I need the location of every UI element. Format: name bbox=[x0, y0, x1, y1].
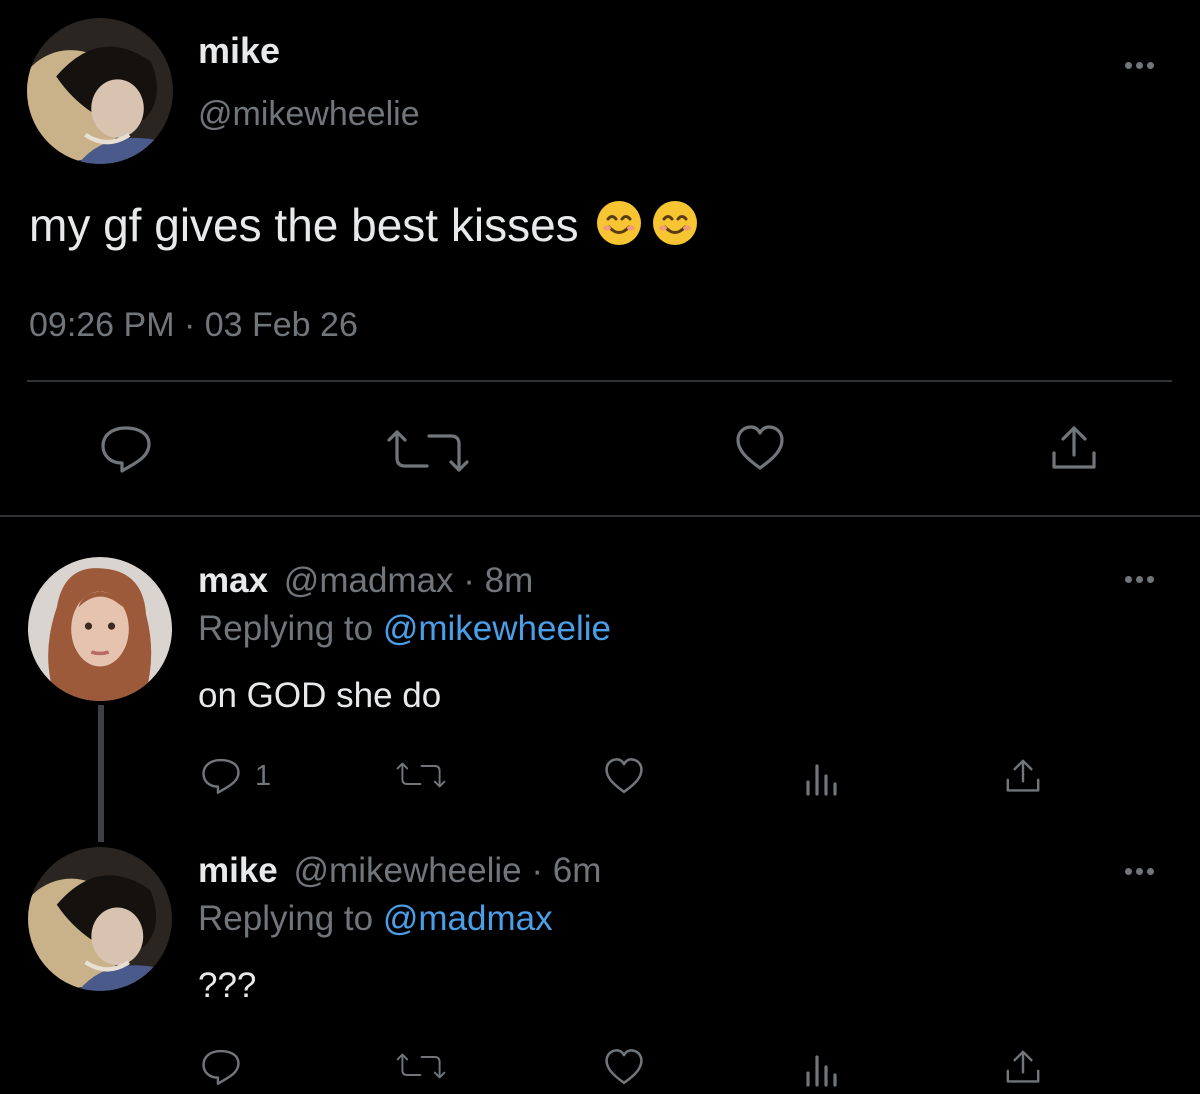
retweet-icon[interactable] bbox=[394, 1050, 448, 1082]
divider bbox=[0, 515, 1200, 517]
tweet-text: my gf gives the best kisses bbox=[29, 198, 699, 252]
reply-icon[interactable] bbox=[200, 757, 242, 795]
share-icon[interactable] bbox=[1004, 757, 1042, 795]
more-options-icon[interactable] bbox=[1119, 58, 1159, 72]
display-name[interactable]: mike bbox=[198, 851, 278, 890]
relative-time[interactable]: · 8m bbox=[463, 561, 533, 600]
reply-text: on GOD she do bbox=[198, 676, 442, 715]
display-name[interactable]: max bbox=[198, 561, 268, 600]
thread-line bbox=[98, 705, 104, 842]
reply-header: max @madmax · 8m bbox=[198, 561, 533, 601]
like-icon[interactable] bbox=[603, 1048, 645, 1086]
replying-to-handle[interactable]: @mikewheelie bbox=[383, 609, 611, 648]
replying-to: Replying to @madmax bbox=[198, 899, 553, 939]
share-icon[interactable] bbox=[1004, 1048, 1042, 1086]
retweet-icon[interactable] bbox=[394, 759, 448, 791]
divider bbox=[27, 380, 1172, 382]
reply-icon[interactable] bbox=[99, 424, 153, 474]
tweet-text-body: my gf gives the best kisses bbox=[29, 199, 579, 251]
handle[interactable]: @mikewheelie bbox=[198, 95, 420, 134]
replying-to-label: Replying to bbox=[198, 609, 374, 648]
avatar-mike[interactable] bbox=[27, 18, 173, 164]
more-options-icon[interactable] bbox=[1119, 864, 1159, 878]
reply-icon[interactable] bbox=[200, 1048, 242, 1086]
handle[interactable]: @madmax bbox=[284, 561, 454, 600]
replying-to: Replying to @mikewheelie bbox=[198, 609, 611, 649]
avatar-max[interactable] bbox=[28, 557, 172, 701]
retweet-icon[interactable] bbox=[383, 428, 473, 474]
relative-time[interactable]: · 6m bbox=[531, 851, 601, 890]
smiling-face-icon bbox=[651, 199, 699, 247]
reply-text: ??? bbox=[198, 966, 257, 1005]
reply-count: 1 bbox=[255, 760, 272, 792]
reply-header: mike @mikewheelie · 6m bbox=[198, 851, 601, 891]
timestamp[interactable]: 09:26 PM · 03 Feb 26 bbox=[29, 306, 358, 345]
handle[interactable]: @mikewheelie bbox=[294, 851, 522, 890]
display-name[interactable]: mike bbox=[198, 30, 280, 72]
share-icon[interactable] bbox=[1049, 423, 1099, 473]
replying-to-handle[interactable]: @madmax bbox=[383, 899, 553, 938]
analytics-icon[interactable] bbox=[804, 762, 840, 796]
replying-to-label: Replying to bbox=[198, 899, 374, 938]
smiling-face-icon bbox=[595, 199, 643, 247]
like-icon[interactable] bbox=[734, 424, 786, 472]
avatar-mike[interactable] bbox=[28, 847, 172, 991]
like-icon[interactable] bbox=[603, 757, 645, 795]
more-options-icon[interactable] bbox=[1119, 572, 1159, 586]
analytics-icon[interactable] bbox=[804, 1053, 840, 1087]
